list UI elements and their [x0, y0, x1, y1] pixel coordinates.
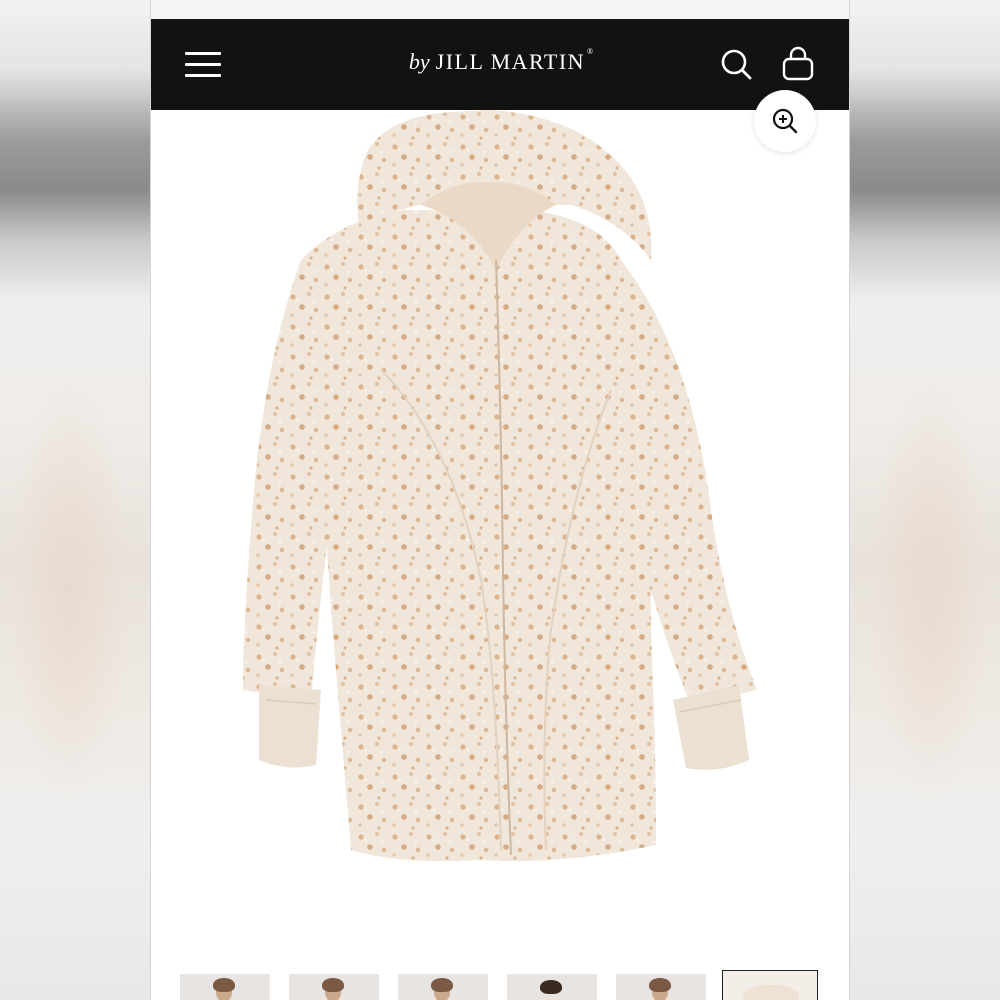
coat-left-cuff: [259, 685, 321, 768]
thumbnail-4[interactable]: [507, 974, 597, 1000]
search-button[interactable]: [717, 45, 755, 83]
thumbnail-strip: [151, 968, 849, 1000]
thumbnail-figure-hair: [649, 978, 671, 992]
blurred-backdrop-right: [850, 0, 1000, 1000]
coat-right-cuff: [673, 685, 749, 770]
thumbnail-3[interactable]: [398, 974, 488, 1000]
zoom-in-icon: [772, 108, 798, 134]
coat-illustration: [243, 110, 757, 862]
shopping-bag-icon: [782, 46, 814, 81]
thumbnail-5[interactable]: [616, 974, 706, 1000]
thumbnail-coat: [743, 985, 799, 1000]
product-image[interactable]: [151, 90, 849, 960]
coat-body: [301, 210, 656, 862]
cart-button[interactable]: [779, 45, 817, 83]
search-icon: [721, 49, 752, 80]
thumbnail-figure-hair: [322, 978, 344, 992]
brand-prefix: by: [408, 49, 430, 74]
thumbnail-figure-hair: [431, 978, 453, 992]
zoom-button[interactable]: [754, 90, 816, 152]
mobile-page: by JILL MARTIN ®: [150, 0, 850, 1000]
thumbnail-figure-hair: [540, 980, 562, 994]
brand-registered-mark: ®: [587, 47, 594, 56]
thumbnail-1[interactable]: [180, 974, 270, 1000]
thumbnail-figure-hair: [213, 978, 235, 992]
thumbnail-6[interactable]: [722, 970, 818, 1000]
blurred-backdrop-left: [0, 0, 150, 1000]
site-header: by JILL MARTIN ®: [151, 19, 849, 110]
thumbnail-2[interactable]: [289, 974, 379, 1000]
status-strip: [151, 0, 849, 19]
brand-name: JILL MARTIN: [435, 49, 586, 74]
